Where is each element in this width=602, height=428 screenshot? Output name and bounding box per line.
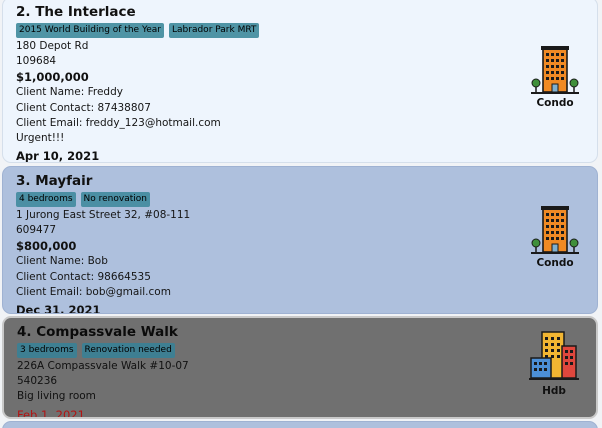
listing-address: 180 Depot Rd (16, 40, 89, 52)
listing-postal-code: 109684 (16, 55, 57, 68)
tag-list: 2015 World Building of the Year Labrador… (16, 23, 597, 38)
tag: 4 bedrooms (16, 192, 76, 207)
tag: 3 bedrooms (17, 343, 77, 358)
client-email: Client Email: bob@gmail.com (16, 285, 171, 298)
listing-title: 4. Compassvale Walk (17, 324, 178, 340)
tag: 2015 World Building of the Year (16, 23, 165, 38)
tag: Renovation needed (81, 343, 175, 358)
listing-title: 2. The Interlace (16, 4, 136, 20)
listing-date: Apr 10, 2021 (16, 149, 100, 163)
property-type-label: Hdb (542, 385, 566, 397)
property-type-panel: Hdb (524, 328, 584, 397)
property-type-label: Condo (536, 97, 574, 109)
listing-card[interactable]: 4. Compassvale Walk 3 bedrooms Renovatio… (2, 316, 598, 419)
tag-list: 3 bedrooms Renovation needed (17, 343, 596, 358)
property-type-label: Condo (536, 257, 574, 269)
hdb-buildings-icon (529, 331, 579, 380)
tag-list: 4 bedrooms No renovation (16, 192, 597, 207)
listing-price: $800,000 (16, 239, 77, 254)
listing-postal-code: 540236 (17, 375, 58, 388)
listing-card[interactable]: 3. Mayfair 4 bedrooms No renovation 1 Ju… (2, 166, 598, 314)
listing-address: 226A Compassvale Walk #10-07 (17, 360, 189, 372)
listing-price: $1,000,000 (16, 70, 89, 85)
client-contact: Client Contact: 98664535 (16, 270, 151, 283)
listing-remark: Urgent!!! (16, 132, 65, 145)
tag: Labrador Park MRT (169, 23, 260, 38)
listing-title: 3. Mayfair (16, 173, 93, 189)
listing-address: 1 Jurong East Street 32, #08-111 (16, 209, 191, 221)
condo-building-icon (531, 206, 579, 254)
client-name: Client Name: Bob (16, 255, 108, 268)
listing-remark: Big living room (17, 390, 96, 403)
condo-building-icon (531, 46, 579, 94)
listing-date: Feb 1, 2021 (17, 407, 85, 419)
client-contact: Client Contact: 87438807 (16, 101, 151, 114)
listing-card[interactable]: 2. The Interlace 2015 World Building of … (2, 0, 598, 163)
listing-date: Dec 31, 2021 (16, 303, 101, 314)
client-name: Client Name: Freddy (16, 86, 123, 99)
tag: No renovation (80, 192, 150, 207)
property-type-panel: Condo (525, 204, 585, 269)
property-type-panel: Condo (525, 44, 585, 109)
listing-card[interactable] (2, 421, 598, 428)
listing-postal-code: 609477 (16, 224, 57, 237)
client-email: Client Email: freddy_123@hotmail.com (16, 116, 221, 129)
